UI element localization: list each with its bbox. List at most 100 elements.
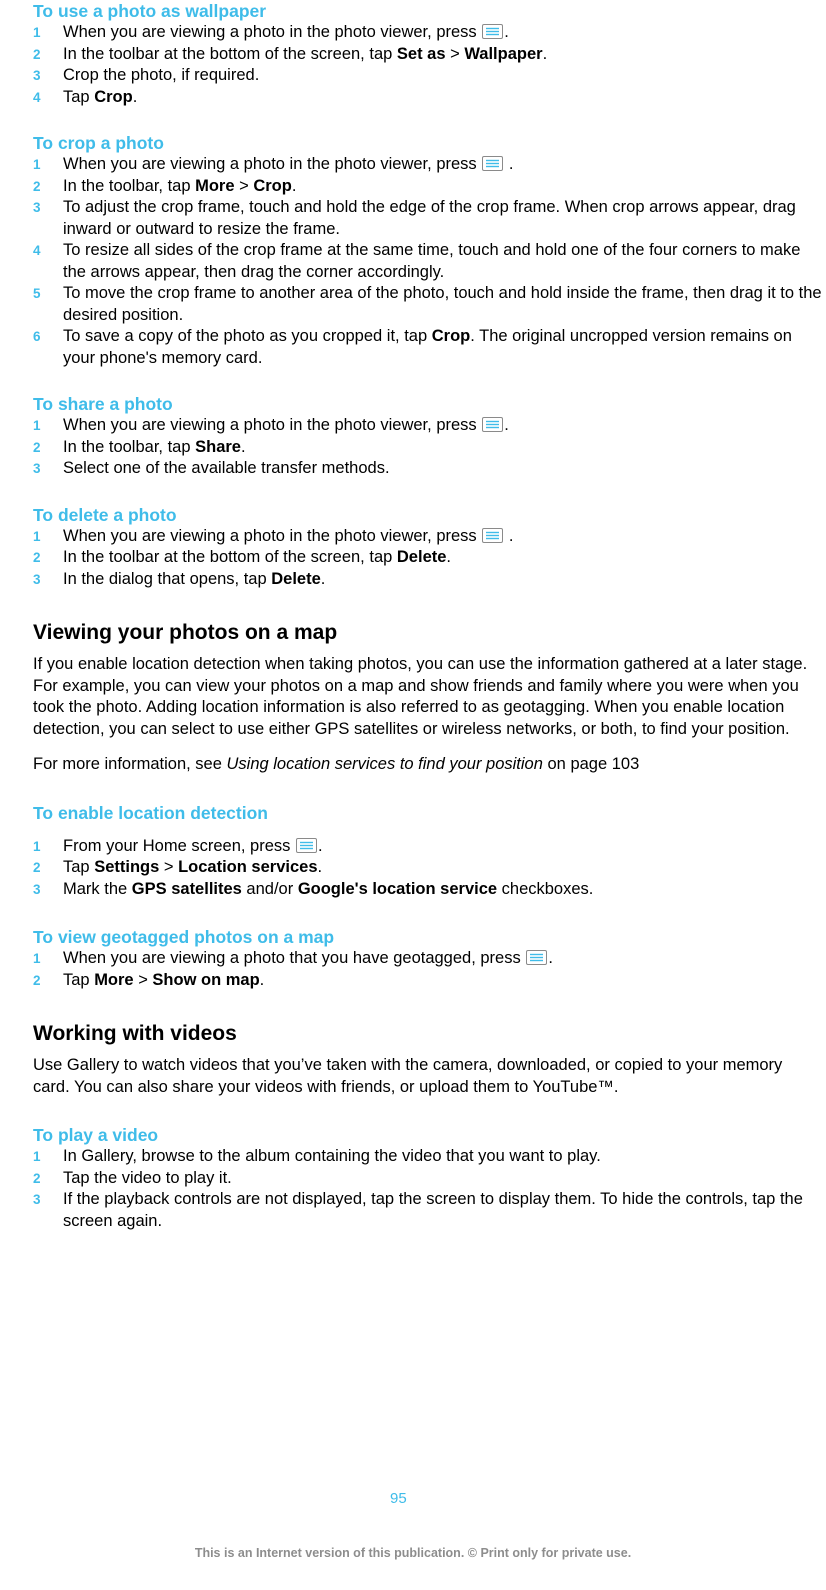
step-bold: Show on map	[152, 970, 260, 989]
step-bold: Crop	[253, 176, 292, 195]
step-text-post: .	[504, 155, 514, 173]
step-text: In the toolbar at the bottom of the scre…	[63, 44, 397, 63]
step-text-post: .	[548, 949, 553, 967]
step-text: Crop the photo, if required.	[63, 66, 260, 84]
step-bold: Google's location service	[297, 879, 498, 898]
step-sep: and/or	[241, 879, 298, 898]
step-text-post: .	[291, 176, 297, 195]
step-text: In the toolbar, tap	[63, 437, 196, 456]
list-item: Tap the video to play it.	[33, 1168, 823, 1190]
step-text: Select one of the available transfer met…	[63, 459, 390, 477]
step-text: From your Home screen, press	[63, 836, 295, 855]
step-text-post: .	[320, 569, 326, 588]
steps-play-video: In Gallery, browse to the album containi…	[33, 1146, 823, 1232]
step-text: When you are viewing a photo in the phot…	[63, 416, 482, 434]
list-item: In the toolbar, tap More > Crop.	[33, 176, 823, 198]
map-paragraph-2-pre: For more information, see	[33, 755, 227, 773]
list-item: Select one of the available transfer met…	[33, 458, 823, 480]
list-item: In the toolbar, tap Share.	[33, 437, 823, 459]
step-bold: GPS satellites	[131, 879, 242, 898]
steps-location: From your Home screen, press . Tap Setti…	[33, 836, 823, 901]
step-bold: More	[195, 176, 235, 195]
step-bold: More	[94, 970, 134, 989]
map-paragraph-1: If you enable location detection when ta…	[33, 655, 808, 738]
step-bold: Crop	[431, 327, 471, 345]
steps-crop: When you are viewing a photo in the phot…	[33, 154, 823, 369]
footer-text: This is an Internet version of this publ…	[194, 1546, 632, 1560]
list-item: Mark the GPS satellites and/or Google's …	[33, 879, 823, 901]
step-text-post: .	[317, 858, 323, 876]
step-text: To move the crop frame to another area o…	[63, 284, 822, 324]
list-item: Tap Settings > Location services.	[33, 857, 823, 879]
page-content: To use a photo as wallpaper When you are…	[33, 0, 823, 1232]
step-bold: Share	[195, 437, 241, 456]
section-heading-map: Viewing your photos on a map	[33, 621, 338, 644]
step-text: To save a copy of the photo as you cropp…	[63, 327, 432, 345]
section-heading-videos: Working with videos	[33, 1022, 237, 1045]
step-sep: >	[445, 44, 465, 63]
section-heading-geotag: To view geotagged photos on a map	[33, 927, 335, 947]
list-item: To adjust the crop frame, touch and hold…	[33, 197, 823, 240]
step-text: When you are viewing a photo in the phot…	[63, 526, 482, 545]
step-bold: Delete	[271, 569, 321, 588]
list-item: When you are viewing a photo in the phot…	[33, 22, 823, 44]
videos-paragraph: Use Gallery to watch videos that you’ve …	[33, 1056, 783, 1096]
list-item: When you are viewing a photo in the phot…	[33, 526, 823, 548]
list-item: To save a copy of the photo as you cropp…	[33, 326, 823, 369]
step-sep: >	[159, 858, 179, 876]
list-item: Crop the photo, if required.	[33, 65, 823, 87]
section-heading-location: To enable location detection	[33, 802, 268, 823]
step-text: To resize all sides of the crop frame at…	[63, 241, 801, 281]
list-item: In the dialog that opens, tap Delete.	[33, 569, 823, 591]
list-item: If the playback controls are not display…	[33, 1189, 823, 1232]
step-bold: Delete	[396, 548, 447, 566]
page-footer: This is an Internet version of this publ…	[0, 1546, 826, 1560]
step-text: When you are viewing a photo in the phot…	[63, 23, 482, 41]
document-page: To use a photo as wallpaper When you are…	[0, 0, 826, 1590]
menu-icon	[482, 24, 504, 39]
step-text-post: .	[259, 970, 265, 989]
step-text-post: .	[504, 416, 509, 434]
section-heading-play-video: To play a video	[33, 1125, 159, 1145]
menu-icon	[295, 837, 317, 853]
step-text: In the toolbar at the bottom of the scre…	[63, 548, 397, 566]
step-text-post: .	[504, 526, 514, 545]
step-text: When you are viewing a photo in the phot…	[63, 155, 482, 173]
list-item: To move the crop frame to another area o…	[33, 283, 823, 326]
step-text: Tap	[63, 87, 95, 106]
list-item: Tap Crop.	[33, 87, 823, 109]
section-heading-delete: To delete a photo	[33, 504, 177, 525]
step-text: To adjust the crop frame, touch and hold…	[63, 198, 796, 238]
step-text-post: .	[446, 548, 452, 566]
map-paragraph-2-italic: Using location services to find your pos…	[226, 755, 543, 773]
step-text-post: .	[542, 44, 548, 63]
step-bold: Wallpaper	[464, 44, 543, 63]
section-heading-share: To share a photo	[33, 394, 173, 414]
page-number: 95	[390, 1490, 407, 1507]
map-paragraph-2-post: on page 103	[542, 755, 640, 773]
steps-geotag: When you are viewing a photo that you ha…	[33, 948, 823, 991]
step-text-post: .	[317, 836, 323, 855]
step-bold: Crop	[94, 87, 133, 106]
step-text: In Gallery, browse to the album containi…	[63, 1147, 601, 1165]
menu-icon	[482, 417, 504, 432]
step-text: In the toolbar, tap	[63, 176, 196, 195]
section-heading-crop: To crop a photo	[33, 133, 164, 153]
step-text-post: .	[240, 437, 246, 456]
step-text: Mark the	[63, 879, 132, 898]
list-item: In Gallery, browse to the album containi…	[33, 1146, 823, 1168]
step-text-post: checkboxes.	[497, 879, 594, 898]
step-sep: >	[234, 176, 254, 195]
step-text: In the dialog that opens, tap	[63, 569, 272, 588]
step-bold: Set as	[396, 44, 446, 63]
list-item: To resize all sides of the crop frame at…	[33, 240, 823, 283]
menu-icon	[482, 156, 504, 171]
step-sep: >	[133, 970, 153, 989]
map-paragraph-2: For more information, see Using location…	[33, 754, 823, 776]
step-text-post: .	[504, 23, 509, 41]
step-text: Tap	[63, 970, 95, 989]
step-bold: Location services	[178, 858, 318, 876]
steps-share: When you are viewing a photo in the phot…	[33, 415, 823, 480]
step-bold: Settings	[94, 858, 160, 876]
steps-delete: When you are viewing a photo in the phot…	[33, 526, 823, 591]
